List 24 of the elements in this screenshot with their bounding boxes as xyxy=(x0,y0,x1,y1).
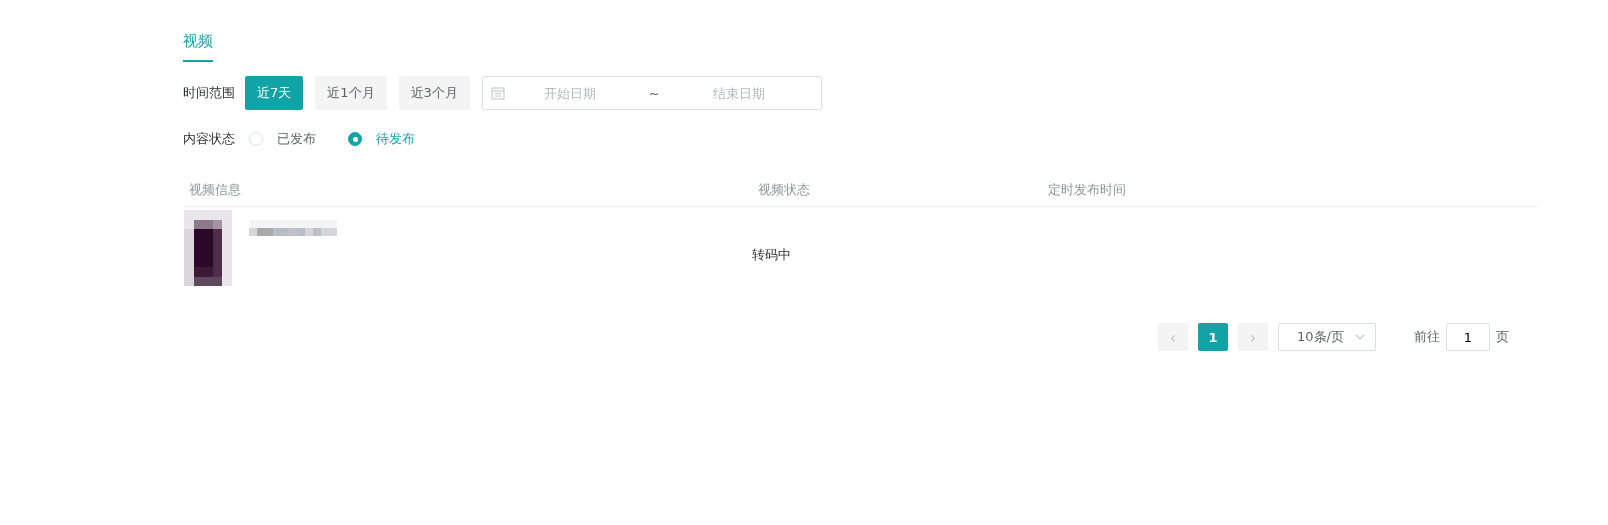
page-button[interactable]: 1 xyxy=(1198,323,1228,351)
radio-icon[interactable] xyxy=(348,132,362,146)
range-separator: ~ xyxy=(648,85,660,101)
column-header: 视频状态 xyxy=(757,181,811,199)
radio-label: 已发布 xyxy=(277,130,316,148)
radio-label: 待发布 xyxy=(376,130,415,148)
filter-label: 时间范围 xyxy=(183,84,235,102)
table-cell-text: 转码中 xyxy=(751,246,792,264)
date-range-field[interactable]: 开始日期 ~ 结束日期 xyxy=(481,76,822,110)
column-header: 定时发布时间 xyxy=(1047,181,1127,199)
radio-option[interactable]: 已发布 xyxy=(249,130,316,148)
range-button[interactable]: 近1个月 xyxy=(315,76,387,110)
page-suffix: 页 xyxy=(1496,328,1509,346)
filter-label: 内容状态 xyxy=(183,130,235,148)
goto-label: 前往 xyxy=(1414,328,1440,346)
page-number-field[interactable]: 1 xyxy=(1446,323,1490,351)
page-size-select[interactable]: 10条/页 xyxy=(1278,323,1376,351)
radio-option[interactable]: 待发布 xyxy=(348,130,415,148)
calendar-icon xyxy=(490,86,505,100)
column-header: 视频信息 xyxy=(188,181,242,199)
range-button[interactable]: 近3个月 xyxy=(398,76,470,110)
range-button[interactable]: 近7天 xyxy=(245,76,304,110)
tab[interactable]: 视频 xyxy=(183,26,213,62)
caret-icon xyxy=(1355,334,1365,340)
